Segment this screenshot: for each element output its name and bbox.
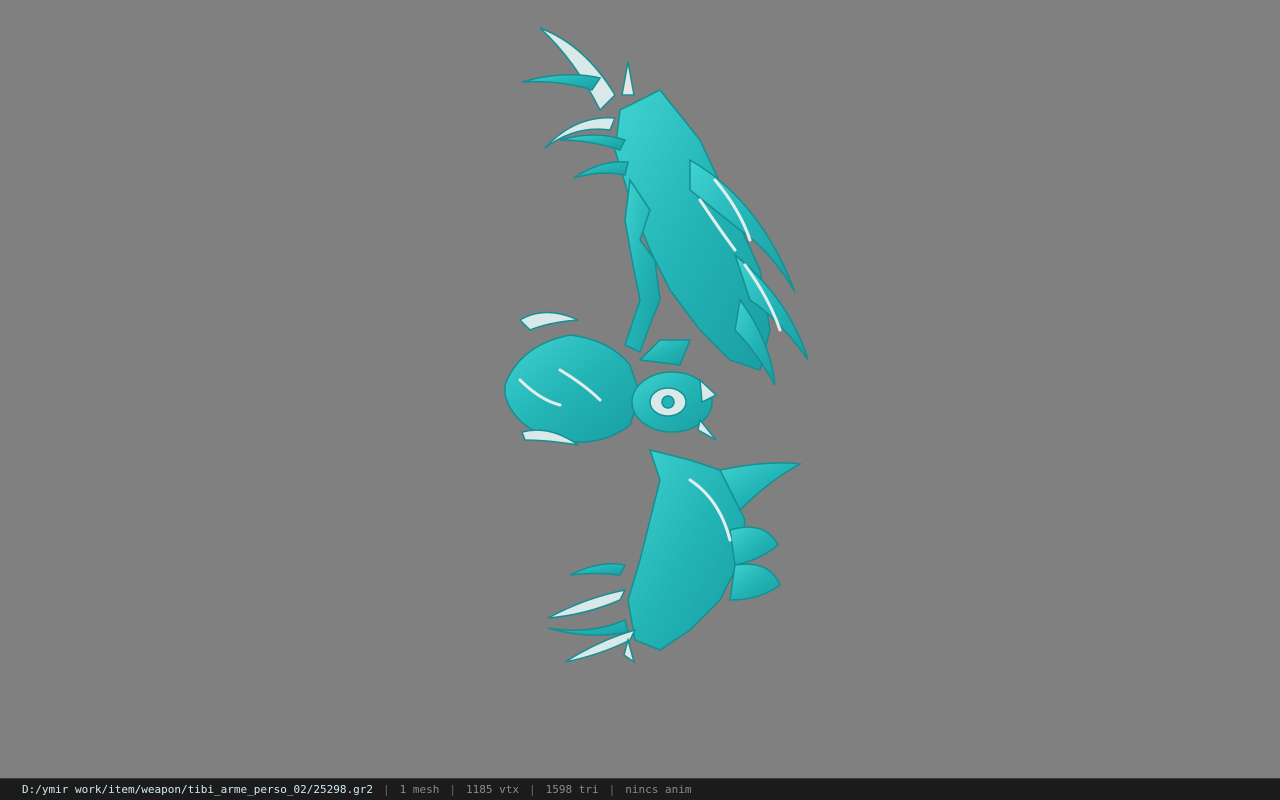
status-bar: D:/ymir work/item/weapon/tibi_arme_perso…	[0, 778, 1280, 800]
triangle-count-label: 1598 tri	[545, 783, 599, 796]
bow-model-icon	[504, 27, 809, 664]
separator: |	[528, 783, 536, 796]
animation-status-label: nincs anim	[625, 783, 692, 796]
separator: |	[608, 783, 616, 796]
lower-limb	[547, 448, 803, 664]
mesh-count-label: 1 mesh	[399, 783, 440, 796]
separator: |	[449, 783, 456, 796]
file-path-label: D:/ymir work/item/weapon/tibi_arme_perso…	[22, 783, 373, 796]
upper-limb	[521, 27, 809, 386]
vertex-count-label: 1185 vtx	[466, 783, 519, 796]
3d-viewport[interactable]	[0, 0, 1280, 778]
grip-center	[504, 311, 718, 446]
separator: |	[383, 783, 390, 796]
